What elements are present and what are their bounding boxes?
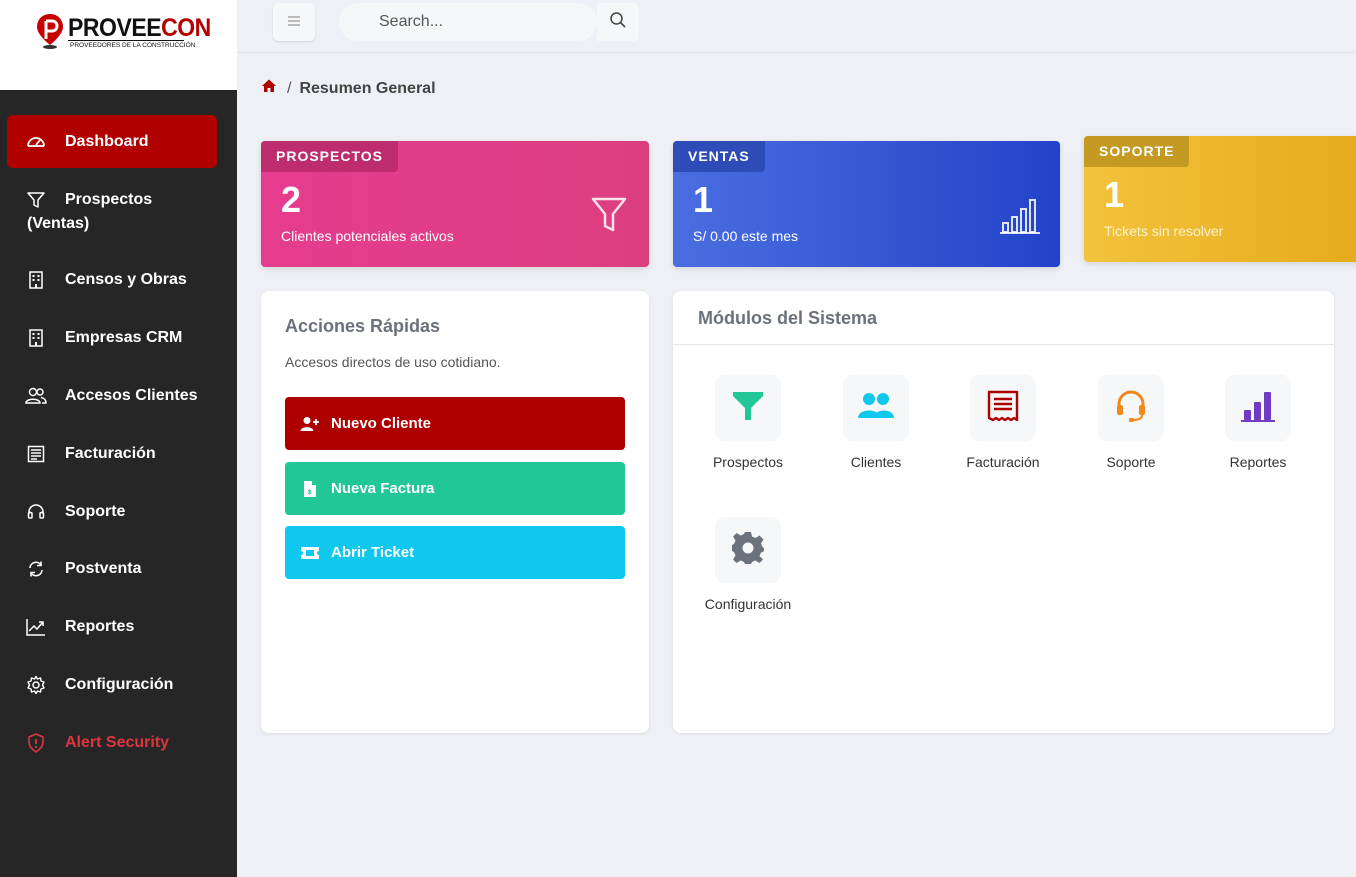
building-icon	[25, 327, 47, 349]
breadcrumb-separator: /	[287, 79, 292, 97]
trend-chart-icon	[25, 616, 47, 638]
brand-subtitle: PROVEEDORES DE LA CONSTRUCCIÓN	[70, 42, 196, 49]
brand-title: PROVEECON	[68, 14, 211, 42]
sidebar-item-label: Prospectos	[65, 191, 153, 208]
new-client-button[interactable]: Nuevo Cliente	[285, 397, 625, 450]
stat-tag: PROSPECTOS	[261, 141, 398, 172]
top-bar	[237, 0, 1356, 53]
quick-actions-panel: Acciones Rápidas Accesos directos de uso…	[261, 291, 649, 733]
stat-tag: VENTAS	[673, 141, 765, 172]
funnel-icon	[732, 390, 764, 427]
brand-divider	[68, 40, 184, 41]
breadcrumb: / Resumen General	[261, 78, 436, 99]
users-icon	[25, 385, 47, 407]
panel-subtitle: Accesos directos de uso cotidiano.	[285, 354, 501, 370]
search-button[interactable]	[597, 3, 639, 41]
new-invoice-button[interactable]: $ Nueva Factura	[285, 462, 625, 515]
sidebar-item-soporte[interactable]: Soporte	[7, 500, 217, 526]
module-label: Soporte	[1106, 454, 1156, 470]
button-label: Nueva Factura	[331, 480, 435, 497]
sidebar-item-label: Censos y Obras	[65, 271, 187, 288]
stat-description: Clientes potenciales activos	[281, 228, 454, 244]
brand-logo[interactable]: PROVEECON PROVEEDORES DE LA CONSTRUCCIÓN	[0, 0, 237, 90]
button-label: Abrir Ticket	[331, 544, 415, 561]
module-icon-box	[715, 517, 781, 583]
stat-card-soporte[interactable]: SOPORTE 1 Tickets sin resolver	[1084, 136, 1356, 262]
stat-card-prospectos[interactable]: PROSPECTOS 2 Clientes potenciales activo…	[261, 141, 649, 267]
sidebar-item-empresas[interactable]: Empresas CRM	[7, 326, 217, 352]
building-icon	[25, 269, 47, 291]
receipt-icon	[25, 443, 47, 465]
stat-description: S/ 0.00 este mes	[693, 228, 799, 244]
funnel-icon	[591, 196, 627, 239]
home-icon[interactable]	[261, 78, 277, 99]
sidebar-item-reportes[interactable]: Reportes	[7, 615, 217, 641]
dashboard-gauge-icon	[25, 130, 47, 152]
panel-title: Acciones Rápidas	[285, 316, 441, 336]
modules-panel: Módulos del Sistema Prospectos Clientes …	[673, 291, 1334, 733]
refresh-icon	[25, 558, 47, 580]
sidebar-item-prospectos[interactable]: Prospectos (Ventas)	[7, 188, 217, 238]
sidebar-item-label: Facturación	[65, 445, 156, 462]
sidebar-item-dashboard[interactable]: Dashboard	[7, 115, 217, 168]
svg-text:$: $	[308, 489, 312, 496]
search-icon	[609, 11, 627, 34]
module-icon-box	[1098, 375, 1164, 441]
sidebar-item-configuracion[interactable]: Configuración	[7, 673, 217, 699]
sidebar-item-label: Soporte	[65, 503, 126, 520]
sidebar-item-label: Postventa	[65, 560, 142, 577]
sidebar-item-label: Accesos Clientes	[65, 387, 198, 404]
bar-chart-icon	[999, 197, 1041, 240]
sidebar-item-facturacion[interactable]: Facturación	[7, 442, 217, 468]
headset-icon	[25, 501, 47, 523]
sidebar-item-accesos[interactable]: Accesos Clientes	[7, 384, 217, 410]
sidebar-item-censos[interactable]: Censos y Obras	[7, 268, 217, 294]
gear-icon	[25, 674, 47, 696]
sidebar-item-alert-security[interactable]: Alert Security	[7, 731, 217, 757]
stat-description: Tickets sin resolver	[1104, 223, 1224, 239]
search-input[interactable]	[339, 3, 597, 41]
module-icon-box	[1225, 375, 1291, 441]
panel-title: Módulos del Sistema	[698, 308, 878, 328]
breadcrumb-current: Resumen General	[299, 79, 436, 97]
stat-value: 2	[281, 179, 302, 220]
shield-alert-icon	[25, 732, 47, 754]
stat-tag: SOPORTE	[1084, 136, 1190, 167]
headset-icon	[1115, 389, 1147, 428]
module-label: Clientes	[850, 454, 902, 470]
module-icon-box	[970, 375, 1036, 441]
sidebar-item-label: Configuración	[65, 676, 174, 693]
module-icon-box	[715, 375, 781, 441]
sidebar-item-label: Alert Security	[65, 734, 170, 751]
menu-toggle-button[interactable]	[273, 3, 315, 41]
sidebar-item-label: Reportes	[65, 618, 135, 635]
module-label: Configuración	[704, 596, 792, 612]
module-label: Reportes	[1229, 454, 1287, 470]
stat-card-ventas[interactable]: VENTAS 1 S/ 0.00 este mes	[673, 141, 1060, 267]
ticket-icon	[300, 543, 320, 563]
module-icon-box	[843, 375, 909, 441]
module-label: Facturación	[966, 454, 1040, 470]
sidebar-item-postventa[interactable]: Postventa	[7, 557, 217, 583]
user-plus-icon	[300, 414, 320, 434]
module-label: Prospectos	[712, 454, 784, 470]
sidebar-item-label-2: (Ventas)	[27, 215, 90, 232]
search-bar	[339, 3, 597, 41]
open-ticket-button[interactable]: Abrir Ticket	[285, 526, 625, 579]
gear-icon	[730, 530, 766, 571]
bar-chart-icon	[1240, 390, 1276, 427]
panel-header: Módulos del Sistema	[673, 291, 1334, 345]
users-icon	[857, 392, 895, 425]
funnel-icon	[25, 189, 47, 211]
receipt-icon	[987, 390, 1019, 427]
hamburger-icon	[288, 13, 300, 31]
stat-value: 1	[1104, 174, 1125, 215]
stat-value: 1	[693, 179, 714, 220]
sidebar-item-label: Dashboard	[65, 133, 149, 150]
button-label: Nuevo Cliente	[331, 415, 432, 432]
logo-pin-icon	[37, 14, 63, 49]
sidebar: PROVEECON PROVEEDORES DE LA CONSTRUCCIÓN…	[0, 0, 237, 877]
file-invoice-icon: $	[300, 479, 320, 499]
sidebar-item-label: Empresas CRM	[65, 329, 183, 346]
